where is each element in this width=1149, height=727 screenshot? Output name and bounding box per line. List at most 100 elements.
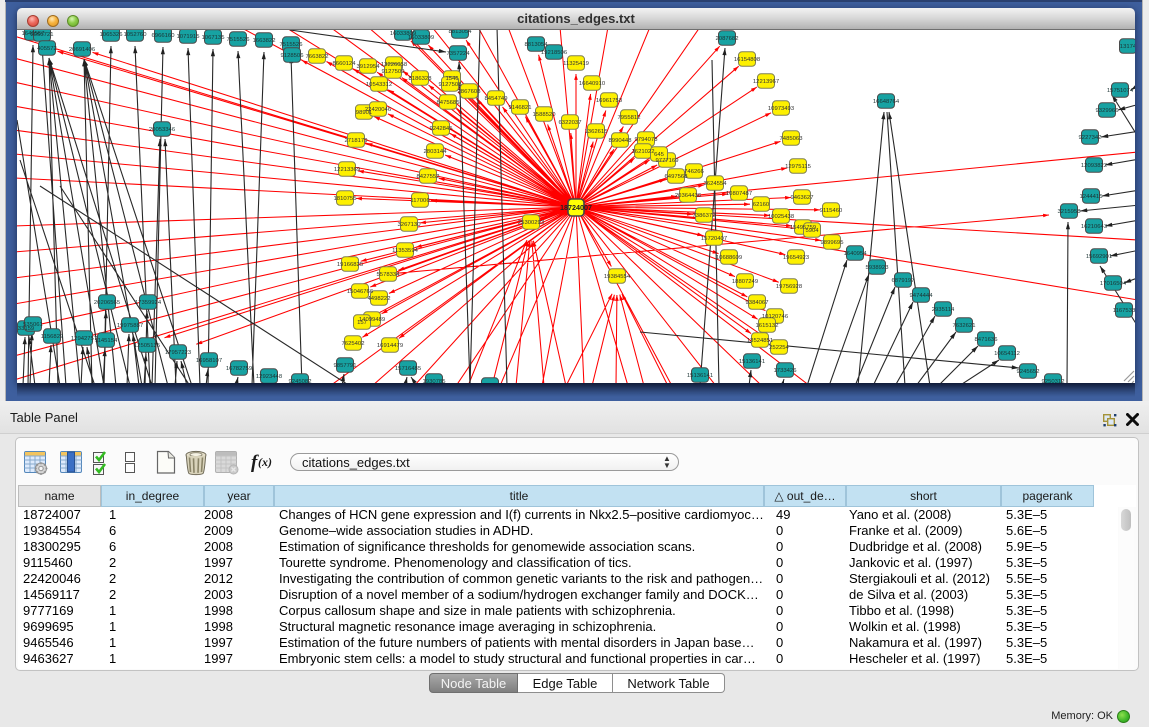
svg-text:16958107: 16958107 <box>196 358 222 364</box>
svg-text:9474444: 9474444 <box>910 293 934 299</box>
svg-text:11325419: 11325419 <box>563 61 589 67</box>
svg-text:6966160: 6966160 <box>152 33 176 39</box>
svg-text:8990448: 8990448 <box>609 138 633 144</box>
svg-text:9250312: 9250312 <box>1042 379 1065 383</box>
svg-text:8813054: 8813054 <box>449 30 473 35</box>
svg-text:157: 157 <box>357 320 367 326</box>
svg-text:3624554: 3624554 <box>704 181 728 187</box>
svg-text:16648764: 16648764 <box>873 99 900 105</box>
svg-text:1071915: 1071915 <box>177 34 201 40</box>
svg-text:252254: 252254 <box>769 345 789 351</box>
svg-text:3215958: 3215958 <box>1058 209 1082 215</box>
svg-text:8454749: 8454749 <box>485 96 508 102</box>
svg-text:7632621: 7632621 <box>953 323 976 329</box>
svg-text:2087682: 2087682 <box>716 36 739 42</box>
svg-text:9227342: 9227342 <box>1079 135 1102 141</box>
svg-text:18807249: 18807249 <box>732 279 758 285</box>
svg-text:15751074: 15751074 <box>1107 88 1134 94</box>
svg-text:9777169: 9777169 <box>656 158 679 164</box>
svg-text:17016504: 17016504 <box>1100 281 1127 287</box>
svg-text:8660124: 8660124 <box>333 61 357 67</box>
svg-text:15136141: 15136141 <box>687 373 713 379</box>
svg-text:12505135: 12505135 <box>134 343 161 349</box>
svg-text:7625402: 7625402 <box>342 341 365 347</box>
svg-text:1052760: 1052760 <box>124 32 148 38</box>
svg-text:9329966: 9329966 <box>1096 108 1120 114</box>
svg-text:10025438: 10025438 <box>768 214 795 220</box>
svg-text:2803144: 2803144 <box>424 149 448 155</box>
svg-text:10654112: 10654112 <box>994 351 1020 357</box>
svg-text:16914479: 16914479 <box>377 343 403 349</box>
svg-text:16961758: 16961758 <box>596 98 623 104</box>
svg-text:2935114: 2935114 <box>932 307 955 313</box>
svg-text:2867608: 2867608 <box>458 89 482 95</box>
svg-text:9857791: 9857791 <box>334 363 357 369</box>
svg-text:19756928: 19756928 <box>776 284 803 290</box>
svg-text:13226058: 13226058 <box>381 62 408 68</box>
svg-text:645: 645 <box>654 152 665 158</box>
svg-text:7357224: 7357224 <box>447 51 471 57</box>
svg-text:19384554: 19384554 <box>604 274 631 280</box>
svg-text:12975115: 12975115 <box>785 164 811 170</box>
svg-text:9463627: 9463627 <box>791 195 814 201</box>
svg-text:3912954: 3912954 <box>357 64 381 70</box>
svg-text:25300293: 25300293 <box>518 220 545 226</box>
svg-text:8427552: 8427552 <box>417 174 440 180</box>
svg-text:18724007: 18724007 <box>560 203 592 212</box>
svg-text:17359924: 17359924 <box>135 300 162 306</box>
svg-text:1810755: 1810755 <box>334 196 358 202</box>
svg-text:535061: 535061 <box>23 322 43 328</box>
svg-text:12942757: 12942757 <box>71 336 97 342</box>
svg-text:7386372: 7386372 <box>693 213 716 219</box>
svg-text:4498222: 4498222 <box>368 296 391 302</box>
svg-text:20206565: 20206565 <box>94 300 121 306</box>
svg-text:1621022: 1621022 <box>632 149 655 155</box>
svg-text:12213967: 12213967 <box>753 79 779 85</box>
svg-text:16640910: 16640910 <box>579 81 606 87</box>
svg-text:11353594: 11353594 <box>392 248 418 254</box>
svg-text:746266: 746266 <box>684 169 704 175</box>
svg-text:10807487: 10807487 <box>726 191 752 197</box>
svg-text:9794078: 9794078 <box>635 137 659 143</box>
svg-text:13174: 13174 <box>1120 44 1135 50</box>
svg-text:1615132: 1615132 <box>756 323 779 329</box>
svg-text:10973493: 10973493 <box>768 106 795 112</box>
svg-text:1067135: 1067135 <box>202 35 226 41</box>
svg-text:10688609: 10688609 <box>716 255 742 261</box>
svg-text:9245652: 9245652 <box>1017 369 1040 375</box>
svg-text:9384067: 9384067 <box>746 300 769 306</box>
svg-text:6879197: 6879197 <box>892 278 915 284</box>
svg-text:1156829: 1156829 <box>41 334 64 340</box>
svg-text:9245082: 9245082 <box>289 379 312 383</box>
svg-text:7663822: 7663822 <box>306 54 329 60</box>
svg-text:19654923: 19654923 <box>783 255 810 261</box>
svg-text:15716485: 15716485 <box>395 366 422 372</box>
svg-text:9127508: 9127508 <box>439 82 463 88</box>
svg-text:1640954: 1640954 <box>844 251 868 257</box>
svg-text:2718179: 2718179 <box>345 138 368 144</box>
svg-text:1145154: 1145154 <box>95 338 118 344</box>
svg-text:9242845: 9242845 <box>430 126 454 132</box>
svg-text:2055721: 2055721 <box>31 32 54 38</box>
svg-text:117006: 117006 <box>410 198 430 204</box>
svg-text:16782759: 16782759 <box>226 366 252 372</box>
svg-text:12213369: 12213369 <box>334 167 360 173</box>
svg-text:5578334: 5578334 <box>377 272 401 278</box>
svg-text:15136141: 15136141 <box>739 359 765 365</box>
svg-text:7955812: 7955812 <box>618 115 641 121</box>
svg-text:15692901: 15692901 <box>1086 254 1112 260</box>
svg-text:1663822: 1663822 <box>253 38 276 44</box>
svg-text:8813054: 8813054 <box>525 42 549 48</box>
svg-text:16210643: 16210643 <box>1081 224 1108 230</box>
svg-text:9899695: 9899695 <box>821 240 845 246</box>
svg-text:16154808: 16154808 <box>734 57 761 63</box>
svg-text:3267130: 3267130 <box>398 222 422 228</box>
svg-text:(x): (x) <box>258 455 272 469</box>
svg-text:9146821: 9146821 <box>509 105 532 111</box>
svg-text:15720407: 15720407 <box>701 236 727 242</box>
svg-text:8475685: 8475685 <box>437 100 461 106</box>
svg-text:8471636: 8471636 <box>975 337 999 343</box>
svg-text:17957223: 17957223 <box>165 350 192 356</box>
svg-text:12923448: 12923448 <box>256 374 283 380</box>
svg-text:19975887: 19975887 <box>117 323 143 329</box>
